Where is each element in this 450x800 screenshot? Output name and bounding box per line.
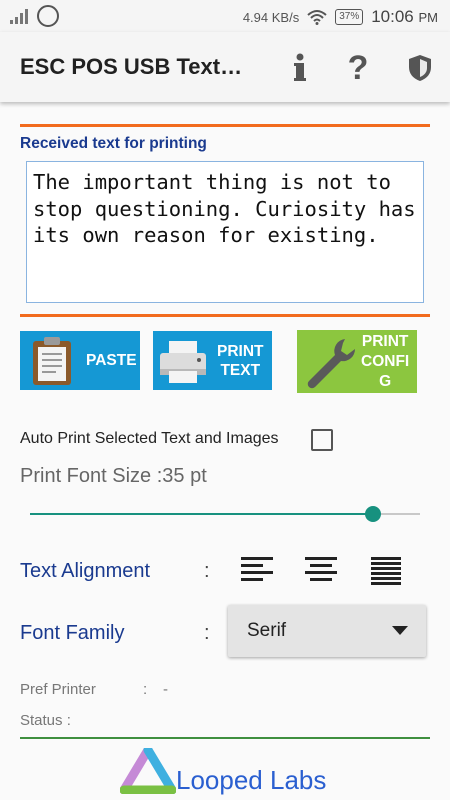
whatsapp-icon xyxy=(37,5,59,27)
battery-icon: 37% xyxy=(335,9,364,25)
print-text-label-line2: TEXT xyxy=(220,361,261,379)
print-config-label-line1: PRINT xyxy=(361,332,409,350)
looped-labs-logo xyxy=(120,748,176,794)
wifi-icon xyxy=(307,10,327,25)
align-center-icon[interactable] xyxy=(305,555,337,585)
font-size-label: Print Font Size :35 pt xyxy=(20,465,207,487)
font-family-label: Font Family xyxy=(20,622,125,644)
network-speed: 4.94 KB/s xyxy=(242,9,300,25)
font-size-slider-thumb[interactable] xyxy=(365,506,382,522)
font-family-colon: : xyxy=(204,622,210,644)
print-text-label-line1: PRINT xyxy=(217,342,264,360)
pref-printer-label: Pref Printer xyxy=(20,681,96,698)
app-title: ESC POS USB Text… xyxy=(20,54,243,79)
top-divider xyxy=(20,124,430,127)
footer-divider xyxy=(20,737,430,739)
status-label: Status : xyxy=(20,712,71,729)
paste-label: PASTE xyxy=(86,352,137,369)
pref-printer-value: - xyxy=(163,681,168,698)
font-size-slider-fill xyxy=(30,513,374,515)
printer-icon xyxy=(160,340,206,383)
print-config-label-line3: G xyxy=(379,372,392,390)
print-text-label: PRINT TEXT xyxy=(217,342,264,380)
status-bar: 4.94 KB/s 37% 10:06 PM xyxy=(0,0,450,32)
received-text-input[interactable]: The important thing is not to stop quest… xyxy=(26,161,424,303)
print-text-button[interactable]: PRINT TEXT xyxy=(153,331,272,390)
clock-ampm: PM xyxy=(418,10,439,25)
wrench-icon xyxy=(307,338,356,388)
clock-time: 10:06 xyxy=(371,7,414,26)
paste-button[interactable]: PASTE xyxy=(20,331,140,390)
pref-printer-colon: : xyxy=(143,681,148,698)
received-text-label: Received text for printing xyxy=(20,135,207,152)
shield-icon[interactable] xyxy=(400,48,440,88)
bottom-divider xyxy=(20,314,430,317)
text-alignment-colon: : xyxy=(204,560,210,582)
chevron-down-icon xyxy=(392,626,408,635)
font-family-select[interactable]: Serif xyxy=(228,605,426,657)
print-config-label: PRINT CONFI G xyxy=(361,332,409,392)
auto-print-checkbox[interactable] xyxy=(311,429,333,451)
font-family-value: Serif xyxy=(247,620,287,641)
print-config-button[interactable]: PRINT CONFI G xyxy=(297,330,417,393)
signal-icon xyxy=(10,9,28,24)
app-bar: ESC POS USB Text… ? xyxy=(0,32,450,102)
print-config-label-line2: CONFI xyxy=(361,352,410,370)
clipboard-icon xyxy=(33,336,71,385)
align-justify-icon[interactable] xyxy=(371,555,403,585)
text-alignment-label: Text Alignment xyxy=(20,560,151,582)
auto-print-label: Auto Print Selected Text and Images xyxy=(20,430,279,447)
align-left-icon[interactable] xyxy=(241,555,273,585)
clock: 10:06 PM xyxy=(371,7,438,27)
info-icon[interactable] xyxy=(280,48,320,88)
help-icon[interactable]: ? xyxy=(338,48,378,88)
brand-name: Looped Labs xyxy=(176,765,327,795)
